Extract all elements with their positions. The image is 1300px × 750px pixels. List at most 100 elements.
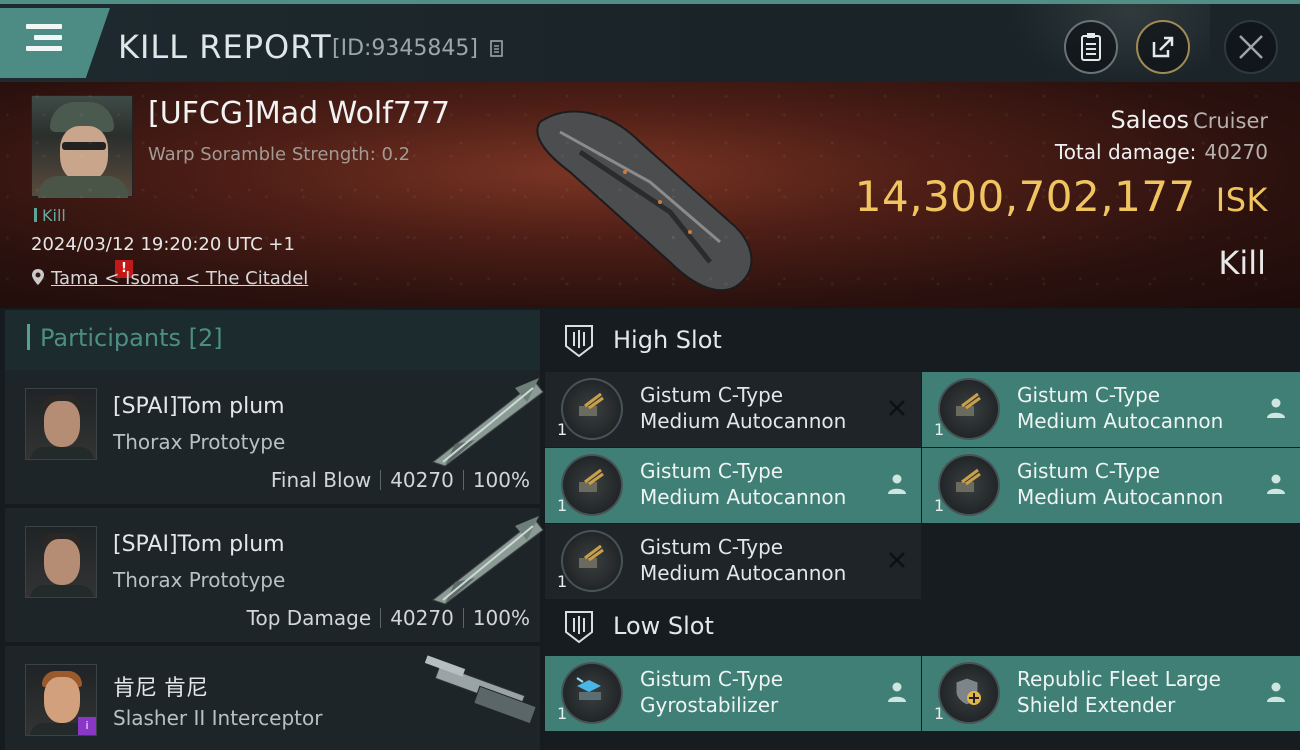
participant-ship-image [424, 655, 537, 725]
module-name-line2: Medium Autocannon [640, 561, 847, 585]
module-item[interactable]: 1 Republic Fleet Large Shield Extender [922, 656, 1300, 731]
module-name: Gistum C-Type Medium Autocannon [640, 382, 846, 434]
participant-damage: 40270 [390, 606, 454, 630]
clipboard-icon [1081, 33, 1101, 61]
module-name-line2: Shield Extender [1017, 693, 1176, 717]
kill-location[interactable]: Tama < Isoma < The Citadel [31, 268, 308, 289]
participant-avatar [25, 388, 97, 460]
participant-name: [SPAI]Tom plum [113, 532, 285, 557]
close-icon [1239, 35, 1263, 59]
participant-ship: Slasher II Interceptor [113, 706, 323, 730]
victim-avatar[interactable] [31, 95, 133, 198]
module-item[interactable]: 1 Gistum C-Type Medium Autocannon [545, 524, 921, 599]
high-slot-icon [565, 325, 593, 358]
ship-class: Cruiser [1193, 109, 1268, 133]
participant-avatar: i [25, 664, 97, 736]
participant-name: [SPAI]Tom plum [113, 394, 285, 419]
person-icon[interactable] [885, 680, 909, 704]
module-qty: 1 [557, 704, 568, 723]
person-icon[interactable] [885, 472, 909, 496]
high-slot-header: High Slot [545, 310, 1300, 372]
ship-name-line: Saleos Cruiser [1111, 106, 1269, 134]
module-item[interactable]: 1 Gistum C-Type Medium Autocannon [545, 372, 921, 447]
participant-percent: 100% [472, 468, 530, 492]
victim-ship-image [536, 110, 753, 292]
module-item[interactable]: 1 Gistum C-Type Medium Autocannon [922, 372, 1300, 447]
autocannon-graphic [579, 392, 604, 416]
copy-icon[interactable] [490, 39, 506, 59]
module-name-line1: Gistum C-Type [640, 383, 784, 407]
module-qty: 1 [934, 496, 945, 515]
module-name: Gistum C-Type Medium Autocannon [1017, 382, 1223, 434]
fitting-panel: High Slot 1 Gistum C-Type Medium Autocann… [545, 310, 1300, 750]
destroyed-x-icon [889, 400, 905, 416]
participant-card[interactable]: i 肯尼 肯尼 Slasher II Interceptor [5, 646, 540, 750]
module-qty: 1 [557, 420, 568, 439]
kill-report-header: KILL REPORT [ID:9345845] [0, 0, 1300, 86]
autocannon-graphic [956, 468, 981, 492]
module-item[interactable]: 1 Gistum C-Type Medium Autocannon [545, 448, 921, 523]
participant-ship-image [431, 378, 544, 467]
report-id: [ID:9345845] [332, 36, 478, 61]
destroyed-x-icon [889, 552, 905, 568]
person-icon[interactable] [1264, 680, 1288, 704]
module-item[interactable]: 1 Gistum C-Type Medium Autocannon [922, 448, 1300, 523]
isk-value: 14,300,702,177 [854, 172, 1196, 221]
participant-avatar [25, 526, 97, 598]
clipboard-button[interactable] [1064, 20, 1118, 74]
total-damage-value: 40270 [1204, 140, 1268, 164]
participant-ship: Thorax Prototype [113, 430, 286, 454]
autocannon-graphic [956, 392, 981, 416]
module-name-line2: Medium Autocannon [1017, 409, 1224, 433]
participant-ship: Thorax Prototype [113, 568, 286, 592]
module-name-line2: Gyrostabilizer [640, 693, 779, 717]
module-name: Republic Fleet Large Shield Extender [1017, 666, 1221, 718]
low-slot-modules: 1 Gistum C-Type Gyrostabilizer 1 Republic… [545, 656, 1300, 732]
module-name-line2: Medium Autocannon [1017, 485, 1224, 509]
participant-card[interactable]: [SPAI]Tom plum Thorax Prototype Final Bl… [5, 370, 544, 504]
participant-name: 肯尼 肯尼 [113, 676, 208, 701]
module-name-line1: Gistum C-Type [640, 535, 784, 559]
victim-banner: ! [UFCG]Mad Wolf777 Warp Soramble Streng… [0, 82, 1300, 308]
participant-card[interactable]: [SPAI]Tom plum Thorax Prototype Top Dama… [5, 508, 544, 642]
total-damage-label: Total damage: [1054, 140, 1197, 164]
high-slot-title: High Slot [613, 326, 722, 354]
location-link[interactable]: Tama < Isoma < The Citadel [51, 268, 308, 289]
warp-strength: Warp Soramble Strength: 0.2 [148, 144, 411, 165]
person-icon[interactable] [1264, 396, 1288, 420]
module-item[interactable]: 1 Gistum C-Type Gyrostabilizer [545, 656, 921, 731]
participant-role: Top Damage [246, 606, 372, 630]
participants-label: Participants [40, 324, 181, 352]
participant-percent: 100% [472, 606, 530, 630]
person-icon[interactable] [1264, 472, 1288, 496]
kill-result: Kill [1218, 244, 1266, 282]
menu-icon[interactable] [26, 24, 62, 54]
module-qty: 1 [557, 496, 568, 515]
isk-line: 14,300,702,177 ISK [855, 172, 1268, 221]
module-name: Gistum C-Type Gyrostabilizer [640, 666, 783, 718]
module-qty: 1 [557, 572, 568, 591]
low-slot-header: Low Slot [545, 600, 1300, 656]
module-name-line1: Republic Fleet Large [1017, 667, 1221, 691]
participant-ship-image [431, 516, 544, 605]
shield-extender-graphic [955, 677, 981, 706]
module-name-line2: Medium Autocannon [640, 409, 847, 433]
close-button[interactable] [1224, 20, 1278, 74]
autocannon-graphic [579, 468, 604, 492]
total-damage-line: Total damage: 40270 [1055, 140, 1268, 164]
module-name-line1: Gistum C-Type [640, 667, 784, 691]
share-icon [1152, 36, 1174, 58]
participants-panel: Participants [2] [SPAI]Tom plum Thorax P… [5, 310, 544, 750]
victim-name[interactable]: [UFCG]Mad Wolf777 [148, 96, 450, 131]
participant-badge: i [78, 717, 96, 735]
share-button[interactable] [1136, 20, 1190, 74]
module-name: Gistum C-Type Medium Autocannon [1017, 458, 1223, 510]
module-qty: 1 [934, 420, 945, 439]
ship-name[interactable]: Saleos [1111, 106, 1190, 134]
low-slot-icon [565, 611, 593, 644]
module-name-line1: Gistum C-Type [1017, 459, 1161, 483]
participant-stats: Final Blow 40270 100% [271, 468, 530, 492]
module-name: Gistum C-Type Medium Autocannon [640, 534, 846, 586]
gyrostabilizer-graphic [576, 677, 601, 700]
kill-tag: Kill [34, 206, 66, 225]
